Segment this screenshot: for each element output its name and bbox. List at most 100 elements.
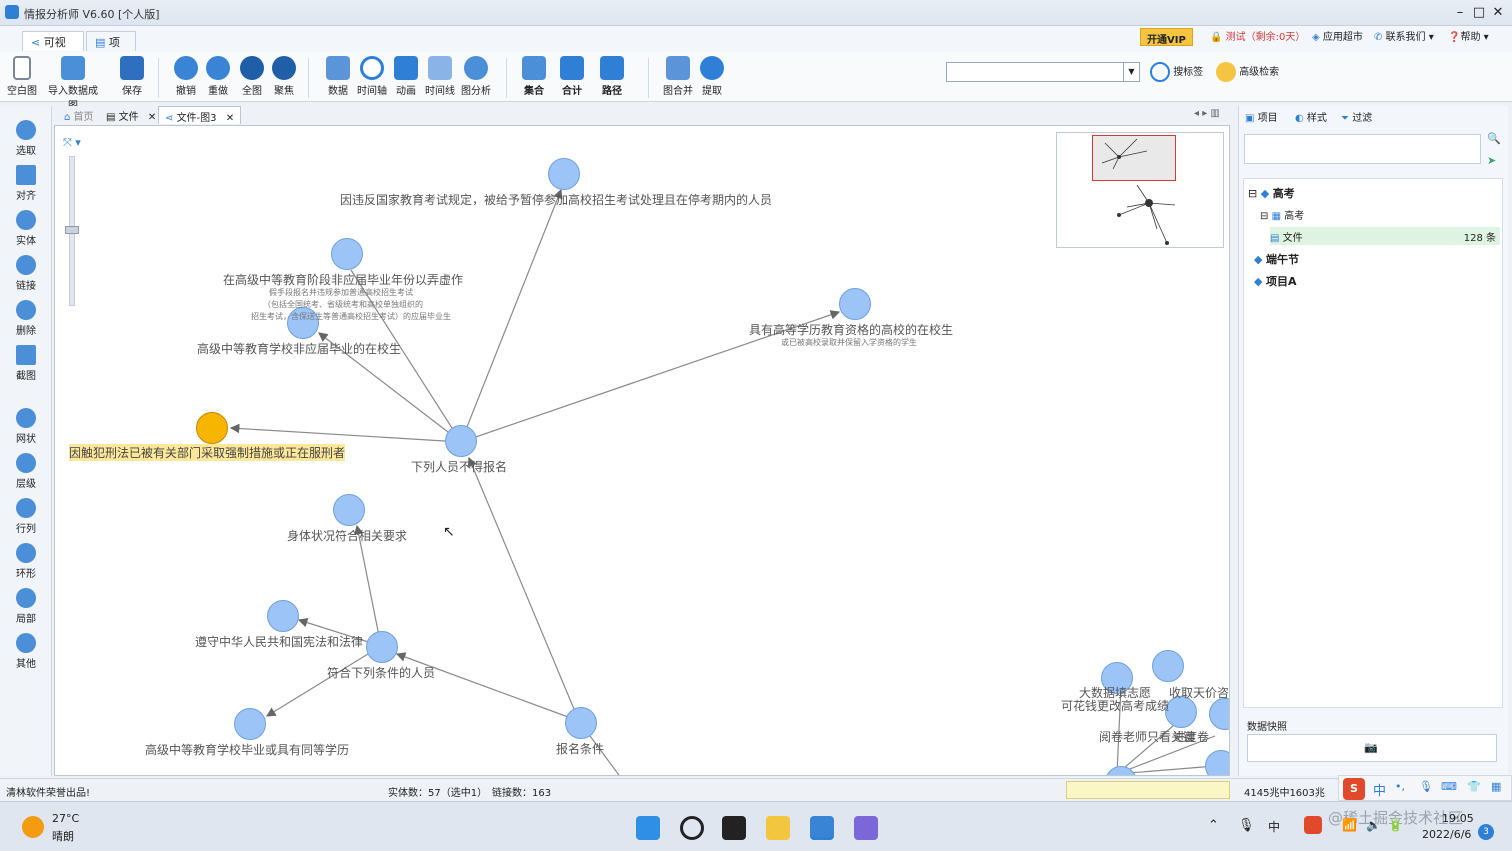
close-button[interactable]: ✕ [1489, 4, 1507, 22]
toolbox-grid-icon[interactable]: ▦ [1491, 780, 1501, 793]
tool-circle[interactable]: 环形 [4, 543, 48, 580]
close-icon[interactable]: ✕ [226, 113, 234, 124]
panel-search-input[interactable] [1244, 134, 1481, 164]
trial-status[interactable]: 🔒 测试（剩余:0天） [1210, 28, 1305, 43]
graph-node[interactable] [1205, 750, 1229, 775]
advanced-search-button[interactable]: 高级检索 [1216, 62, 1279, 82]
import-data-button[interactable]: 导入数据成图 [44, 56, 102, 112]
task-view-icon[interactable] [722, 816, 746, 840]
tool-align[interactable]: 对齐 [4, 165, 48, 202]
punctuation-icon[interactable]: •, [1395, 780, 1405, 793]
search-icon[interactable] [680, 816, 704, 840]
graph-node[interactable] [234, 708, 266, 740]
graph-node[interactable] [445, 425, 477, 457]
search-input[interactable]: ▼ [946, 62, 1140, 82]
graph-node[interactable] [331, 238, 363, 270]
clock-time[interactable]: 19:05 [1442, 812, 1474, 825]
tool-hierarchy[interactable]: 层级 [4, 453, 48, 490]
local-layout-icon [16, 588, 36, 608]
path-button[interactable]: 路径 [592, 56, 632, 97]
maximize-button[interactable]: □ [1470, 4, 1488, 22]
file-explorer-icon[interactable] [766, 816, 790, 840]
ime-chinese-mode[interactable]: 中 [1373, 780, 1386, 799]
timeline-button[interactable]: 时间线 [420, 56, 460, 97]
tool-delete[interactable]: 删除 [4, 300, 48, 337]
graph-analysis-button[interactable]: 图分析 [456, 56, 496, 97]
tab-project[interactable]: ▤ 项目 [86, 31, 136, 65]
tool-grid[interactable]: 行列 [4, 498, 48, 535]
tree-node-duanwu[interactable]: ◆ 端午节 [1254, 251, 1299, 267]
microphone-icon[interactable]: 🎙 [1419, 780, 1433, 793]
graph-node-selected[interactable] [196, 412, 228, 444]
search-tag-button[interactable]: 搜标签 [1150, 62, 1203, 82]
extract-button[interactable]: 提取 [692, 56, 732, 97]
graph-node[interactable] [839, 288, 871, 320]
keyboard-icon[interactable]: ⌨ [1441, 780, 1457, 793]
notification-badge[interactable]: 3 [1478, 824, 1494, 840]
table-import-icon [61, 56, 85, 80]
weather-temp[interactable]: 27°C [52, 812, 79, 825]
tab-style[interactable]: ◐ 样式 [1295, 109, 1327, 124]
tab-home[interactable]: ⌂ 首页 [58, 106, 100, 124]
tab-visualize[interactable]: ⋖ 可视化 [22, 31, 84, 65]
blank-graph-button[interactable]: 空白图 [2, 56, 42, 97]
tool-network[interactable]: 网状 [4, 408, 48, 445]
sogou-logo-icon[interactable]: S [1343, 778, 1365, 800]
tree-node-gaokao-child[interactable]: ⊟ ▦ 高考 [1260, 207, 1304, 222]
volume-icon[interactable]: 🔈 [1366, 818, 1381, 832]
tree-node-file[interactable]: ▤ 文件 128 条 [1270, 227, 1500, 245]
camera-icon[interactable]: 📷 [1364, 741, 1378, 754]
tool-entity[interactable]: 实体 [4, 210, 48, 247]
tool-select[interactable]: 选取 [4, 120, 48, 157]
tool-screenshot[interactable]: 截图 [4, 345, 48, 382]
clock-date[interactable]: 2022/6/6 [1422, 828, 1471, 841]
tool-other[interactable]: 其他 [4, 633, 48, 670]
tree-node-gaokao[interactable]: ⊟ ◆ 高考 [1248, 185, 1295, 201]
tool-link[interactable]: 链接 [4, 255, 48, 292]
sum-button[interactable]: 合计 [552, 56, 592, 97]
chevron-down-icon[interactable]: ▼ [1123, 63, 1139, 81]
wifi-icon[interactable]: 📶 [1342, 818, 1357, 832]
tool-local[interactable]: 局部 [4, 588, 48, 625]
tab-filter[interactable]: ⏷ 过滤 [1341, 109, 1372, 124]
analyst-app-icon[interactable] [810, 816, 834, 840]
save-button[interactable]: 保存 [112, 56, 152, 97]
graph-node[interactable] [1152, 650, 1184, 682]
tab-scroll-controls[interactable]: ◂ ▸ ▥ [1188, 106, 1226, 124]
minimize-button[interactable]: – [1451, 4, 1469, 22]
tab-file[interactable]: ▤ 文件 ✕ [100, 106, 162, 124]
graph-node[interactable] [267, 600, 299, 632]
battery-icon[interactable]: 🔋 [1388, 818, 1403, 832]
app-icon[interactable] [854, 816, 878, 840]
graph-canvas[interactable]: ⤧ ▾ 因违反国家教育考试规定，被给予暂停参加高校招生考试处理且在停考期内的人员… [54, 125, 1230, 776]
link-icon [16, 255, 36, 275]
database-icon: ▦ [1271, 211, 1282, 222]
vip-button[interactable]: 开通VIP [1140, 28, 1193, 46]
node-label: 符合下列条件的人员 [327, 666, 436, 680]
node-label: 下列人员不得报名 [411, 460, 508, 474]
ime-indicator[interactable]: 中 [1268, 818, 1280, 835]
graph-node[interactable] [548, 158, 580, 190]
graph-node[interactable] [565, 707, 597, 739]
minimap[interactable] [1056, 132, 1224, 248]
tab-file-graph[interactable]: ⋖ 文件-图3 ✕ [158, 106, 242, 124]
set-button[interactable]: 集合 [514, 56, 554, 97]
close-icon[interactable]: ✕ [148, 112, 156, 123]
chevron-up-icon[interactable]: ⌃ [1208, 818, 1219, 833]
extract-share-icon [700, 56, 724, 80]
contact-link[interactable]: ✆ 联系我们 ▾ [1374, 28, 1434, 43]
graph-node[interactable] [366, 631, 398, 663]
microphone-icon[interactable]: 🎙 [1238, 818, 1255, 833]
tab-project-panel[interactable]: ▣ 项目 [1245, 109, 1278, 124]
focus-button[interactable]: 聚焦 [264, 56, 304, 97]
app-market-link[interactable]: ◈ 应用超市 [1312, 28, 1363, 43]
help-link[interactable]: ❓帮助 ▾ [1448, 28, 1489, 43]
graph-node[interactable] [333, 494, 365, 526]
snapshot-area[interactable]: 📷 [1247, 734, 1497, 762]
search-icon[interactable]: 🔍 [1487, 132, 1501, 145]
sogou-input-icon[interactable] [1304, 816, 1322, 834]
locate-icon[interactable]: ➤ [1487, 154, 1496, 167]
windows-start-icon[interactable] [636, 816, 660, 840]
tree-node-project-a[interactable]: ◆ 项目A [1254, 273, 1296, 289]
skin-shirt-icon[interactable]: 👕 [1467, 780, 1481, 793]
